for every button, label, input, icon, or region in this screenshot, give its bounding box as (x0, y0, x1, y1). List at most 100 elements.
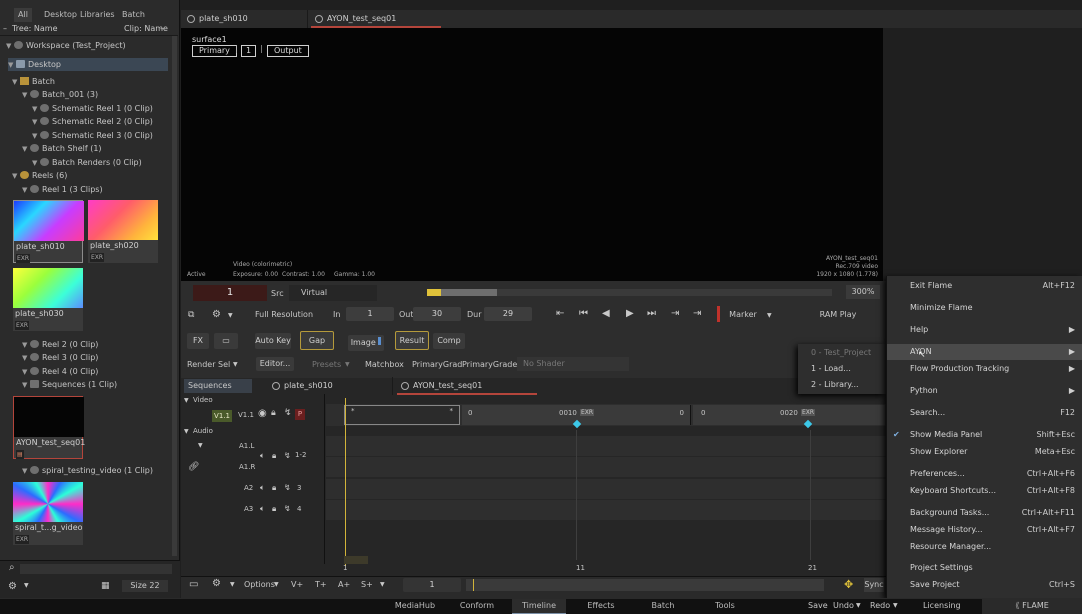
chevron-down-icon[interactable]: ▼ (274, 581, 279, 588)
tree-item-workspace[interactable]: ▼ Workspace (Test_Project) (6, 39, 126, 52)
tree-item-schematic-reel-2[interactable]: ▼ Schematic Reel 2 (0 Clip) (32, 115, 153, 128)
menu-item-show-media-panel[interactable]: ✔ Show Media Panel Shift+Esc (887, 427, 1082, 443)
chevron-down-icon[interactable]: ▼ (767, 312, 772, 319)
result-button[interactable]: Result (395, 331, 429, 350)
presets-button[interactable]: Presets (312, 360, 341, 369)
tab-effects[interactable]: Effects (576, 599, 626, 614)
image-button[interactable]: Image (348, 335, 384, 351)
timeline-view-icon[interactable]: ▭ (189, 579, 198, 590)
layer-button[interactable]: 1 (241, 45, 257, 57)
menu-item-keyboard-shortcuts[interactable]: Keyboard Shortcuts... Ctrl+Alt+F8 (887, 483, 1082, 499)
gap-segment[interactable]: * * (344, 405, 460, 425)
zoom-field[interactable]: 300% (846, 285, 880, 299)
options-button[interactable]: Options (244, 580, 275, 589)
licensing-button[interactable]: Licensing (923, 601, 961, 610)
primary-track-badge[interactable]: P (295, 409, 305, 420)
tree-item-schematic-reel-3[interactable]: ▼ Schematic Reel 3 (0 Clip) (32, 129, 153, 142)
matchbox-button[interactable]: Matchbox (365, 360, 404, 369)
grid-view-icon[interactable]: ▦ (101, 581, 110, 591)
chevron-down-icon[interactable]: ▼ (184, 397, 189, 404)
chevron-down-icon[interactable]: ▼ (856, 602, 861, 609)
in-field[interactable]: 1 (346, 307, 394, 321)
chevron-down-icon[interactable]: ▼ (184, 428, 189, 435)
subtitle-add-button[interactable]: S+ (361, 580, 373, 589)
tree-item-batch[interactable]: ▼ Batch (12, 75, 55, 88)
chevron-down-icon[interactable]: ▼ (893, 602, 898, 609)
tree-item-batch-shelf[interactable]: ▼ Batch Shelf (1) (22, 142, 102, 155)
video-track-patch[interactable]: V1.1 (212, 410, 232, 422)
tree-item-reel-1[interactable]: ▼ Reel 1 (3 Clips) (22, 183, 103, 196)
clip-segment-2[interactable]: 0 0020 EXR (693, 405, 885, 425)
submenu-item-library[interactable]: 2 - Library... (811, 377, 859, 393)
library-tab-batch[interactable]: Batch (118, 8, 149, 22)
tree-item-spiral-video[interactable]: ▼ spiral_testing_video (1 Clip) (22, 464, 153, 477)
out-field[interactable]: 30 (413, 307, 461, 321)
tree-item-schematic-reel-1[interactable]: ▼ Schematic Reel 1 (0 Clip) (32, 102, 153, 115)
chevron-down-icon[interactable]: ▼ (230, 581, 235, 588)
tree-item-reel-3[interactable]: ▼ Reel 3 (0 Clip) (22, 351, 98, 364)
timeline-tab-ayon-test-seq01[interactable]: AYON_test_seq01 (397, 377, 537, 395)
thumbnail-size-field[interactable]: Size 22 (122, 580, 168, 592)
audio-lane-a2[interactable] (326, 479, 886, 499)
timeline-frame-field[interactable]: 1 (403, 578, 461, 592)
timeline-tab-plate-sh010[interactable]: plate_sh010 (268, 377, 393, 395)
clip-thumb-plate-sh020[interactable]: plate_sh020 EXR (88, 200, 158, 263)
library-scrollbar[interactable] (172, 36, 177, 556)
tab-conform[interactable]: Conform (452, 599, 502, 614)
gear-icon[interactable]: ⚙ (212, 578, 221, 589)
tree-item-reels[interactable]: ▼ Reels (6) (12, 169, 67, 182)
audio-lane-a1l[interactable] (326, 436, 886, 456)
redo-button[interactable]: Redo (870, 601, 890, 610)
chevron-down-icon[interactable]: ▼ (24, 582, 29, 589)
viewer-tab-plate-sh010[interactable]: plate_sh010 (183, 10, 308, 28)
tree-item-batch-001[interactable]: ▼ Batch_001 (3) (22, 88, 98, 101)
primary-grad-button[interactable]: PrimaryGrad (412, 360, 462, 369)
menu-item-minimize-flame[interactable]: Minimize Flame (887, 300, 1082, 316)
dur-field[interactable]: 29 (484, 307, 532, 321)
virtual-label[interactable]: Virtual (289, 285, 377, 301)
speaker-icon[interactable]: 🔈︎ (260, 451, 265, 461)
title-add-button[interactable]: T+ (315, 580, 327, 589)
ram-play-button[interactable]: RAM Play (816, 310, 860, 319)
playhead-handle[interactable] (344, 556, 368, 564)
tree-item-reel-2[interactable]: ▼ Reel 2 (0 Clip) (22, 338, 98, 351)
viewer[interactable]: surface1 Primary | 1 | Output Video (col… (181, 28, 883, 281)
lock-icon[interactable]: 🔒︎ (272, 451, 276, 461)
comp-button[interactable]: Comp (433, 333, 465, 349)
timeline-scroll-bar[interactable] (466, 579, 824, 591)
library-tab-all[interactable]: All (14, 8, 32, 22)
menu-item-search[interactable]: Search... F12 (887, 405, 1082, 421)
save-button[interactable]: Save (808, 601, 828, 610)
chevron-down-icon[interactable]: ▼ (345, 361, 350, 368)
go-to-start-icon[interactable]: ⇤ (556, 308, 564, 319)
shader-select[interactable]: No Shader (517, 357, 629, 371)
menu-item-flow-production-tracking[interactable]: Flow Production Tracking ▶ (887, 361, 1082, 377)
library-tab-desktop[interactable]: Desktop (40, 8, 81, 22)
chevron-down-icon[interactable]: ▼ (198, 442, 203, 449)
track-sync-icon[interactable]: ↯ (284, 408, 292, 418)
playhead[interactable] (345, 398, 346, 566)
submenu-item-load[interactable]: 1 - Load... (811, 361, 851, 377)
menu-item-help[interactable]: Help ▶ (887, 322, 1082, 338)
lock-icon[interactable]: 🔒︎ (272, 504, 276, 514)
clip-thumb-plate-sh030[interactable]: plate_sh030 EXR (13, 268, 83, 331)
clip-fx-icon[interactable]: ▭ (214, 333, 238, 349)
menu-item-preferences[interactable]: Preferences... Ctrl+Alt+F6 (887, 466, 1082, 482)
sync-button[interactable]: Sync (864, 578, 884, 592)
editor-button[interactable]: Editor... (256, 357, 294, 371)
primary-button[interactable]: Primary (192, 45, 237, 57)
marker-button[interactable]: Marker (724, 310, 762, 319)
sequences-button[interactable]: Sequences (184, 379, 252, 393)
full-resolution-button[interactable]: Full Resolution (253, 310, 315, 319)
gear-icon[interactable]: ⚙ (212, 309, 221, 320)
chevron-down-icon[interactable]: ▼ (233, 361, 238, 368)
previous-edit-icon[interactable]: ⏮ (579, 308, 588, 319)
fit-arrows-icon[interactable]: ✥ (844, 578, 853, 591)
menu-item-exit-flame[interactable]: Exit Flame Alt+F12 (887, 278, 1082, 294)
tree-item-desktop[interactable]: ▼ Desktop (8, 58, 168, 71)
chevron-down-icon[interactable]: ▼ (228, 312, 233, 319)
current-frame-field[interactable]: 1 (193, 285, 267, 301)
audio-lane-a1r[interactable] (326, 457, 886, 477)
play-icon[interactable]: ▶ (626, 308, 634, 319)
audio-lane-a3[interactable] (326, 500, 886, 520)
